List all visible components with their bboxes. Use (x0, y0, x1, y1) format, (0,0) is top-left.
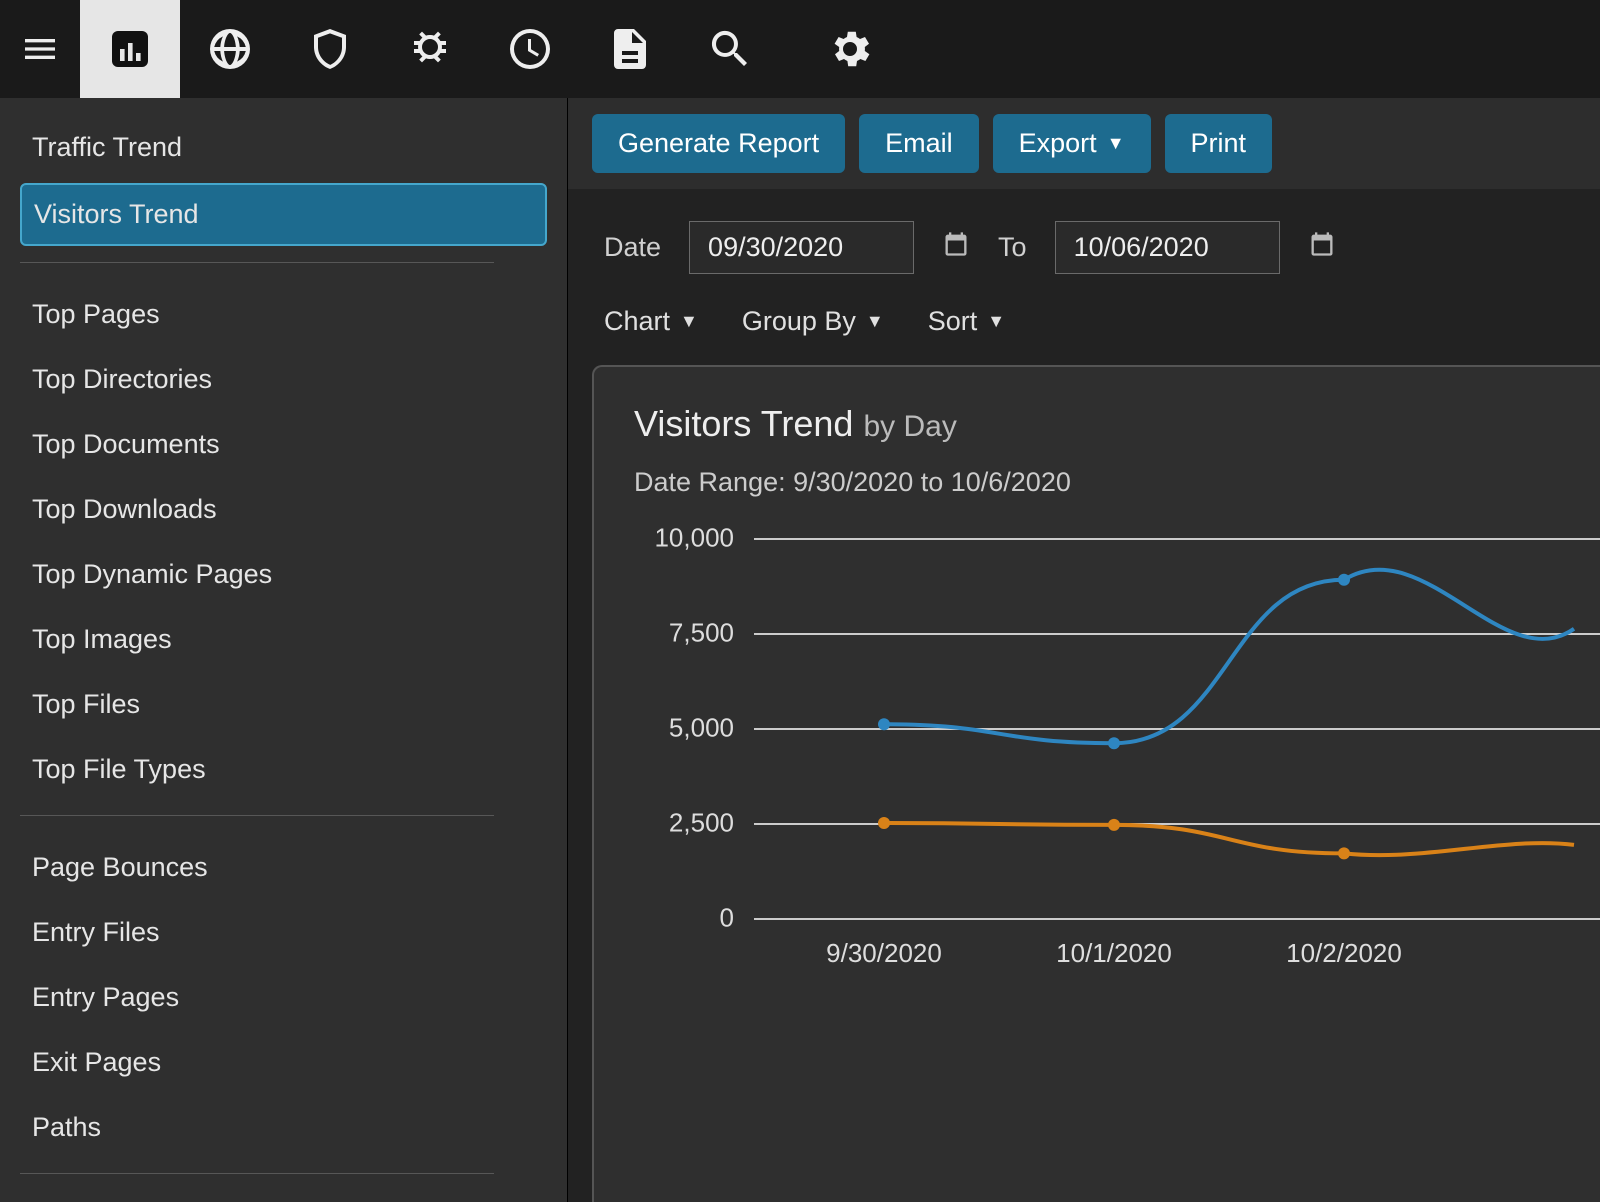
menu-icon[interactable] (0, 0, 80, 98)
sidebar-item-top-files[interactable]: Top Files (20, 675, 547, 734)
chevron-down-icon: ▼ (680, 311, 698, 332)
sidebar-divider (20, 262, 494, 263)
sidebar-item-top-directories[interactable]: Top Directories (20, 350, 547, 409)
calendar-icon[interactable] (942, 230, 970, 265)
chart-plot (754, 538, 1600, 918)
settings-icon[interactable] (800, 0, 900, 98)
sidebar-item-top-images[interactable]: Top Images (20, 610, 547, 669)
search-icon[interactable] (680, 0, 780, 98)
sidebar-item-paths[interactable]: Paths (20, 1098, 547, 1157)
chevron-down-icon: ▼ (987, 311, 1005, 332)
globe-icon[interactable] (180, 0, 280, 98)
chart-area: 02,5005,0007,50010,000 9/30/202010/1/202… (754, 538, 1600, 1038)
sidebar-item-entry-pages[interactable]: Entry Pages (20, 968, 547, 1027)
date-filter-row: Date To (568, 189, 1600, 284)
gauge-icon[interactable] (480, 0, 580, 98)
sidebar-item-entry-files[interactable]: Entry Files (20, 903, 547, 962)
generate-report-button[interactable]: Generate Report (592, 114, 845, 173)
sidebar-item-top-downloads[interactable]: Top Downloads (20, 480, 547, 539)
shield-icon[interactable] (280, 0, 380, 98)
sidebar-item-visitors-trend[interactable]: Visitors Trend (20, 183, 547, 246)
email-button[interactable]: Email (859, 114, 979, 173)
main-panel: Generate Report Email Export▼ Print Date… (568, 98, 1600, 1202)
bar-chart-icon[interactable] (80, 0, 180, 98)
sidebar-item-top-documents[interactable]: Top Documents (20, 415, 547, 474)
chart-y-axis: 02,5005,0007,50010,000 (634, 538, 744, 918)
chart-dropdown[interactable]: Chart▼ (604, 306, 698, 337)
sidebar-item-top-pages[interactable]: Top Pages (20, 285, 547, 344)
date-label: Date (604, 232, 661, 263)
sidebar-item-page-bounces[interactable]: Page Bounces (20, 838, 547, 897)
sidebar-divider (20, 815, 494, 816)
sidebar-item-search-engine-breakdown[interactable]: Search Engine Breakdown (20, 1196, 547, 1202)
chart-date-range: Date Range: 9/30/2020 to 10/6/2020 (634, 467, 1600, 498)
sort-dropdown[interactable]: Sort▼ (928, 306, 1005, 337)
to-label: To (998, 232, 1027, 263)
groupby-dropdown[interactable]: Group By▼ (742, 306, 884, 337)
sidebar-item-top-file-types[interactable]: Top File Types (20, 740, 547, 799)
bug-icon[interactable] (380, 0, 480, 98)
sidebar-item-traffic-trend[interactable]: Traffic Trend (20, 118, 547, 177)
print-button[interactable]: Print (1165, 114, 1273, 173)
date-from-input[interactable] (689, 221, 914, 274)
sidebar-item-exit-pages[interactable]: Exit Pages (20, 1033, 547, 1092)
view-controls-row: Chart▼ Group By▼ Sort▼ (568, 284, 1600, 365)
sidebar-divider (20, 1173, 494, 1174)
export-button[interactable]: Export▼ (993, 114, 1151, 173)
calendar-icon[interactable] (1308, 230, 1336, 265)
chart-title: Visitors Trend by Day (634, 403, 1600, 445)
date-to-input[interactable] (1055, 221, 1280, 274)
sidebar-item-top-dynamic-pages[interactable]: Top Dynamic Pages (20, 545, 547, 604)
sidebar-nav: Traffic Trend Visitors Trend Top Pages T… (0, 98, 568, 1202)
chart-panel: Visitors Trend by Day Date Range: 9/30/2… (592, 365, 1600, 1202)
action-toolbar: Generate Report Email Export▼ Print (568, 98, 1600, 189)
top-nav (0, 0, 1600, 98)
chevron-down-icon: ▼ (1107, 133, 1125, 154)
document-icon[interactable] (580, 0, 680, 98)
chevron-down-icon: ▼ (866, 311, 884, 332)
